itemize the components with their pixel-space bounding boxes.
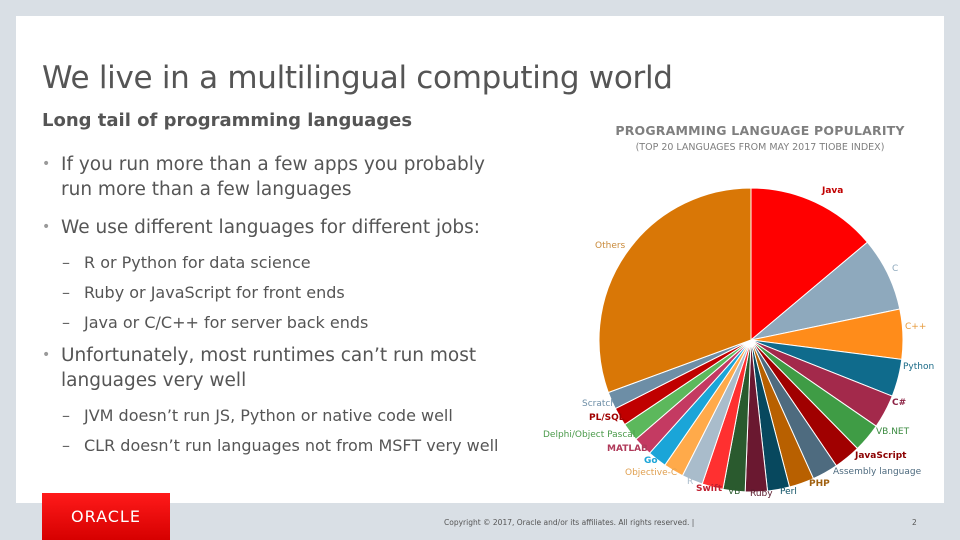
- pie-label-java: Java: [822, 186, 844, 196]
- pie-chart: [598, 187, 904, 493]
- chart-title: PROGRAMMING LANGUAGE POPULARITY: [615, 123, 905, 138]
- page-number: 2: [912, 518, 917, 527]
- pie-label-perl: Perl: [780, 487, 797, 497]
- pie-label-php: PHP: [809, 479, 830, 489]
- chart-subtitle: (TOP 20 LANGUAGES FROM MAY 2017 TIOBE IN…: [635, 142, 885, 153]
- pie-label-others: Others: [595, 241, 626, 251]
- pie-label-vb-net: VB.NET: [876, 427, 910, 437]
- pie-label-c-: C++: [905, 322, 927, 332]
- pie-label-go: Go: [644, 456, 658, 466]
- pie-label-c-: C#: [892, 398, 907, 408]
- pie-label-c: C: [892, 264, 899, 274]
- oracle-logo: ORACLE: [42, 493, 170, 540]
- pie-label-delphi-object-pascal: Delphi/Object Pascal: [543, 430, 636, 440]
- pie-label-swift: Swift: [696, 484, 723, 494]
- pie-label-pl-sql: PL/SQL: [589, 413, 625, 423]
- pie-label-ruby: Ruby: [750, 489, 773, 499]
- pie-label-scratch: Scratch: [582, 399, 617, 409]
- pie-label-javascript: JavaScript: [855, 451, 907, 461]
- oracle-logo-text: ORACLE: [71, 507, 141, 526]
- pie-label-vb: VB: [728, 487, 741, 497]
- pie-label-assembly-language: Assembly language: [833, 467, 922, 477]
- pie-label-r: R: [687, 477, 694, 487]
- pie-label-objective-c: Objective-C: [625, 468, 678, 478]
- copyright-notice: Copyright © 2017, Oracle and/or its affi…: [444, 518, 695, 527]
- pie-label-python: Python: [903, 362, 935, 372]
- pie-label-matlab: MATLAB: [607, 444, 648, 454]
